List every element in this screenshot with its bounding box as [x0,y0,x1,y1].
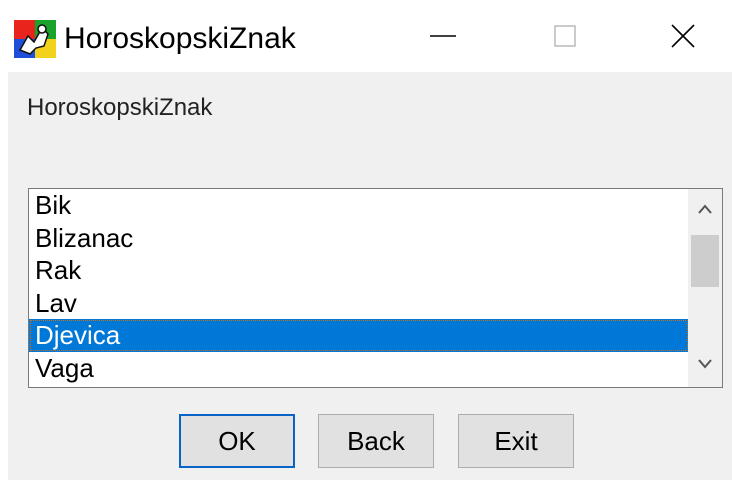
list-item-vaga[interactable]: Vaga [29,352,689,385]
title-bar[interactable]: HoroskopskiZnak [0,0,732,72]
minimize-icon [428,21,458,56]
listbox-items: Bik Blizanac Rak Lav Djevica Vaga [29,189,689,384]
maximize-icon [550,21,580,56]
exit-button[interactable]: Exit [458,414,574,468]
scroll-down-button[interactable] [688,343,722,387]
window-title: HoroskopskiZnak [64,22,296,55]
close-button[interactable] [640,10,726,66]
list-item-bik[interactable]: Bik [29,189,689,222]
close-icon [668,21,698,56]
chevron-up-icon [697,202,713,220]
scroll-thumb[interactable] [691,235,719,287]
dialog-caption: HoroskopskiZnak [27,94,213,121]
maximize-button[interactable] [522,10,608,66]
list-item-rak[interactable]: Rak [29,254,689,287]
vertical-scrollbar[interactable] [688,189,722,387]
dialog-client-area: HoroskopskiZnak Bik Blizanac Rak Lav Dje… [8,72,732,480]
minimize-button[interactable] [400,10,486,66]
app-icon[interactable] [14,20,56,58]
scroll-up-button[interactable] [688,189,722,233]
list-item-lav[interactable]: Lav [29,287,689,320]
back-button[interactable]: Back [318,414,434,468]
ok-button[interactable]: OK [179,414,295,468]
list-item-blizanac[interactable]: Blizanac [29,222,689,255]
zodiac-sign-listbox[interactable]: Bik Blizanac Rak Lav Djevica Vaga [28,188,723,388]
list-item-djevica[interactable]: Djevica [29,319,689,352]
chevron-down-icon [697,356,713,374]
